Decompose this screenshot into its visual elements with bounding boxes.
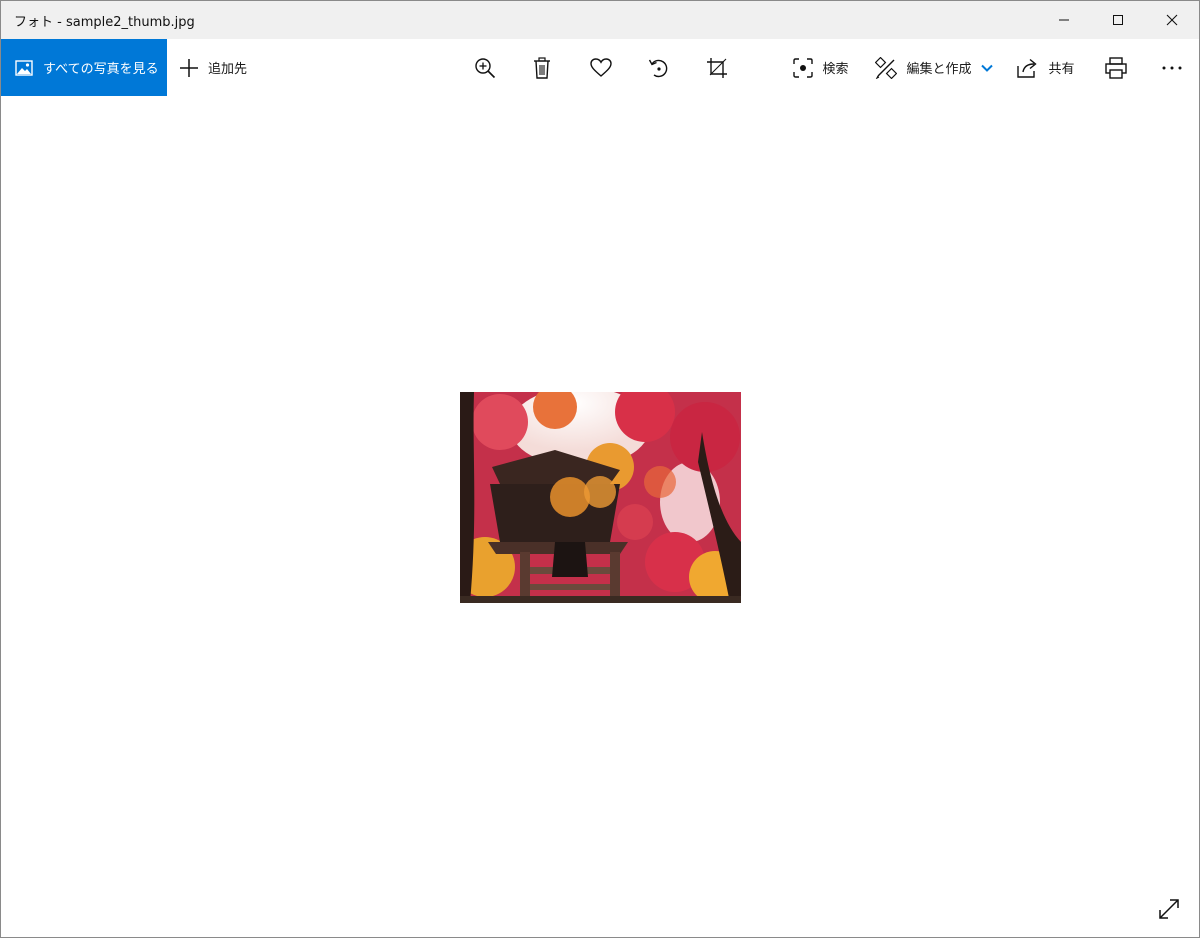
visual-search-icon [793, 57, 814, 78]
share-icon [1017, 58, 1038, 78]
crop-icon [707, 57, 727, 78]
edit-create-button[interactable]: 編集と作成 [875, 39, 993, 96]
search-label: 検索 [822, 62, 849, 77]
maximize-icon [1113, 15, 1123, 25]
maximize-button[interactable] [1091, 1, 1145, 39]
photos-app-window: フォト - sample2_thumb.jpg すべての写真を見る 追加先 検索… [0, 0, 1200, 938]
title-bar: フォト - sample2_thumb.jpg [1, 1, 1199, 39]
fullscreen-icon [1159, 899, 1179, 919]
crop-button[interactable] [701, 39, 733, 96]
zoom-button[interactable] [469, 39, 501, 96]
print-icon [1105, 56, 1127, 79]
fullscreen-button[interactable] [1155, 895, 1183, 923]
plus-icon [180, 58, 198, 77]
rotate-button[interactable] [643, 39, 675, 96]
minimize-icon [1059, 19, 1069, 21]
more-options-button[interactable] [1156, 39, 1188, 96]
chevron-down-icon [980, 64, 993, 72]
close-icon [1166, 14, 1178, 26]
delete-icon [534, 56, 550, 79]
more-icon [1162, 66, 1182, 69]
see-all-photos-label: すべての写真を見る [43, 62, 159, 77]
zoom-in-icon [475, 57, 496, 78]
share-button[interactable]: 共有 [1015, 39, 1077, 96]
close-button[interactable] [1145, 1, 1199, 39]
edit-create-label: 編集と作成 [906, 62, 972, 77]
window-title: フォト - sample2_thumb.jpg [14, 14, 195, 30]
photo-gallery-icon [15, 59, 33, 76]
photo-image[interactable] [460, 392, 741, 603]
add-to-button[interactable]: 追加先 [171, 39, 247, 96]
add-to-label: 追加先 [208, 62, 248, 77]
window-controls [1037, 1, 1199, 39]
autumn-temple-photo [460, 392, 741, 603]
see-all-photos-button[interactable]: すべての写真を見る [1, 39, 167, 96]
minimize-button[interactable] [1037, 1, 1091, 39]
delete-button[interactable] [526, 39, 558, 96]
rotate-icon [648, 59, 668, 77]
print-button[interactable] [1100, 39, 1132, 96]
edit-create-icon [875, 56, 898, 79]
favorite-icon [590, 57, 612, 77]
favorite-button[interactable] [585, 39, 617, 96]
toolbar: すべての写真を見る 追加先 検索 編集と作成 共有 [1, 39, 1199, 96]
search-button[interactable]: 検索 [791, 39, 851, 96]
share-label: 共有 [1048, 62, 1075, 77]
